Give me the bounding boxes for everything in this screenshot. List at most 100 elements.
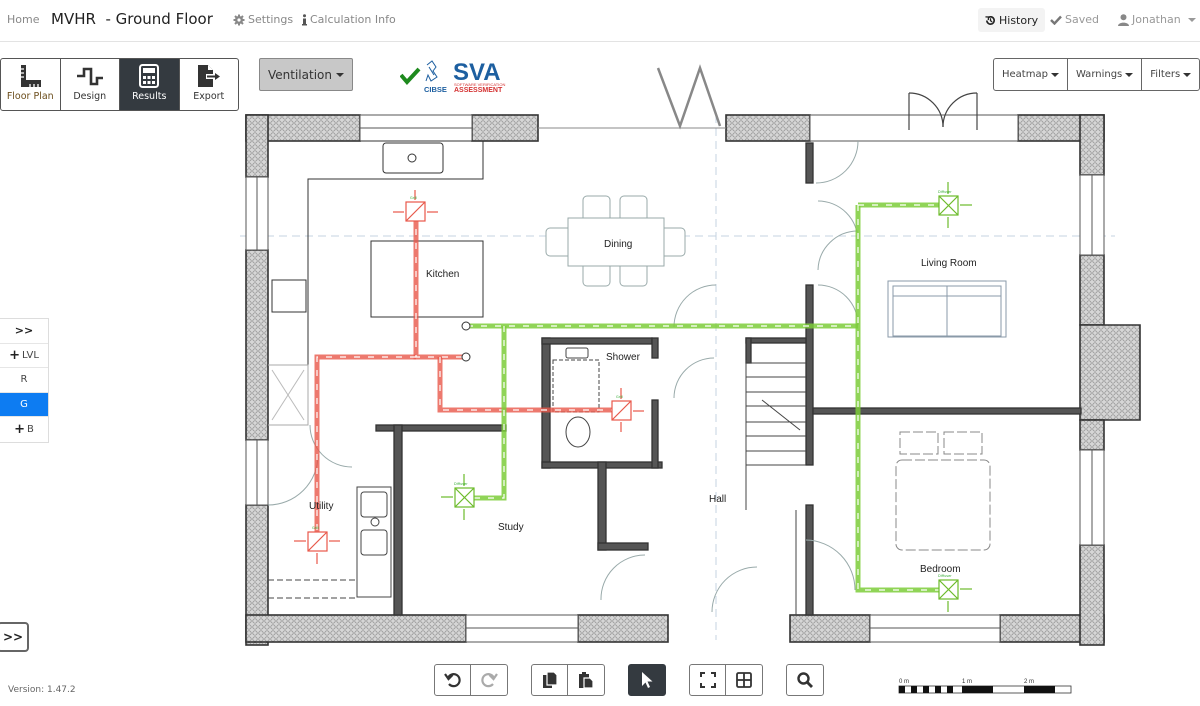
undo-icon [443, 673, 461, 688]
mode-floor-plan-label: Floor Plan [6, 91, 54, 102]
staircase [745, 360, 806, 615]
pointer-icon [642, 672, 653, 688]
svg-text:Diffuser: Diffuser [938, 190, 952, 194]
search-group [786, 664, 824, 696]
calculator-icon [139, 64, 160, 88]
history-controls [434, 664, 508, 696]
terminal-grill-utility[interactable]: Grill [294, 526, 340, 564]
mode-export-label: Export [193, 91, 225, 102]
duct-cap-icon [461, 321, 471, 331]
terminal-grill-shower[interactable]: Grill [611, 388, 644, 432]
saved-label: Saved [1065, 13, 1099, 26]
user-menu[interactable]: Jonathan [1118, 13, 1196, 26]
info-icon [302, 13, 307, 25]
chevron-down-icon [1183, 72, 1192, 77]
history-icon [985, 15, 995, 25]
room-label-living-room: Living Room [921, 258, 977, 269]
export-icon [197, 65, 220, 87]
page-title: MVHR - Ground Floor [51, 10, 213, 28]
svg-text:Grill: Grill [616, 395, 623, 399]
user-icon [1118, 13, 1129, 26]
level-g-label: G [20, 398, 28, 410]
home-link[interactable]: Home [7, 13, 39, 26]
level-r[interactable]: R [0, 368, 48, 393]
terminal-grill-kitchen[interactable]: Grill [393, 190, 438, 222]
mode-export[interactable]: Export [180, 59, 239, 110]
mode-design-label: Design [73, 91, 107, 102]
clipboard-controls [531, 664, 605, 696]
floor-name: - Ground Floor [95, 10, 213, 28]
copy-icon [542, 671, 558, 688]
bed [895, 431, 991, 551]
undo-button[interactable] [435, 665, 471, 695]
duct-cap-icon [461, 352, 471, 362]
history-button[interactable]: History [978, 8, 1046, 32]
saved-status: Saved [1050, 13, 1099, 26]
project-name: MVHR [51, 10, 96, 28]
supply-duct-centerlines [464, 204, 940, 591]
settings-link[interactable]: Settings [233, 13, 293, 26]
ruler-icon [21, 65, 42, 87]
grid-guides [240, 115, 1115, 640]
view-controls [689, 664, 763, 696]
room-label-dining: Dining [604, 239, 632, 250]
mode-floor-plan[interactable]: Floor Plan [1, 59, 61, 110]
add-level-below-label: B [27, 423, 34, 435]
add-level-above-label: LVL [22, 349, 39, 361]
add-level-below-button[interactable]: + B [0, 417, 48, 442]
panel-toggle-button[interactable]: >> [0, 622, 29, 652]
svg-text:Grill: Grill [312, 526, 319, 530]
exterior-walls [245, 114, 1141, 646]
history-label: History [999, 13, 1039, 27]
plus-icon: + [9, 347, 20, 363]
svg-text:Diffuser: Diffuser [454, 482, 468, 486]
check-icon [1050, 15, 1062, 25]
windows [245, 114, 1105, 643]
zoom-search-button[interactable] [787, 665, 823, 695]
gear-icon [233, 14, 245, 25]
scale-label-1: 1 m [962, 679, 972, 685]
fit-screen-button[interactable] [690, 665, 726, 695]
calculation-info-link[interactable]: Calculation Info [302, 13, 396, 26]
paste-icon [579, 672, 594, 689]
scale-label-2: 2 m [1024, 679, 1034, 685]
level-g[interactable]: G [0, 392, 48, 417]
svg-text:Grill: Grill [410, 196, 417, 200]
plus-icon: + [14, 421, 26, 437]
scale-bar: 0 m 1 m 2 m [898, 679, 1072, 694]
mode-design[interactable]: Design [61, 59, 120, 110]
calculation-info-label: Calculation Info [310, 13, 396, 26]
paste-button[interactable] [568, 665, 604, 695]
grid-toggle-button[interactable] [726, 665, 762, 695]
redo-icon [481, 673, 498, 688]
select-tool-group [628, 664, 666, 696]
select-tool-button[interactable] [629, 665, 665, 695]
floor-plan-canvas[interactable]: Grill Grill Grill Diffuser Diffuser Diff… [232, 62, 1162, 658]
levels-expand-button[interactable]: >> [0, 319, 48, 344]
terminal-diffuser-bedroom[interactable]: Diffuser [938, 574, 972, 612]
interior-walls [375, 142, 1082, 616]
chevron-down-icon [1187, 17, 1196, 22]
level-selector: >> + LVL R G + B [0, 318, 49, 443]
room-label-bedroom: Bedroom [920, 564, 961, 575]
duct-path-icon [76, 67, 103, 86]
settings-label: Settings [248, 13, 294, 26]
supply-ducts [464, 202, 940, 593]
terminal-diffuser-study[interactable]: Diffuser [441, 474, 475, 520]
room-label-utility: Utility [309, 501, 333, 512]
fit-screen-icon [699, 672, 716, 688]
redo-button[interactable] [471, 665, 507, 695]
user-name: Jonathan [1132, 13, 1181, 26]
add-level-above-button[interactable]: + LVL [0, 344, 48, 368]
mode-results[interactable]: Results [120, 59, 180, 110]
double-chevron-right-icon: >> [14, 324, 34, 338]
room-label-hall: Hall [709, 494, 726, 505]
version-label: Version: 1.47.2 [8, 685, 76, 695]
copy-button[interactable] [532, 665, 568, 695]
top-navbar: Home MVHR - Ground Floor Settings Calcul… [0, 0, 1200, 42]
terminal-diffuser-living-room[interactable]: Diffuser [938, 182, 972, 228]
kitchen-units [268, 140, 484, 426]
double-chevron-right-icon: >> [2, 630, 24, 644]
bifold-door [656, 64, 722, 130]
zoom-icon [797, 672, 813, 688]
